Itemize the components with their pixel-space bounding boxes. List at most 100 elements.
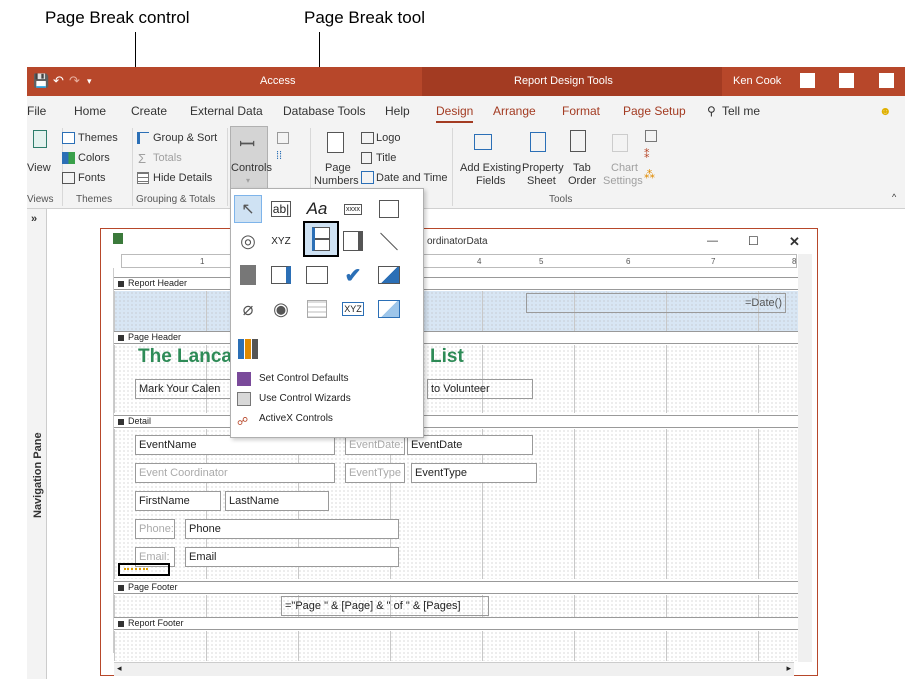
insert-control-icon[interactable]: ⁞⁞	[276, 150, 282, 162]
page-numbers-button-line1[interactable]: Page	[325, 162, 351, 174]
report-minimize-button[interactable]: —	[707, 235, 718, 247]
chart-settings-button[interactable]: Chart	[611, 162, 638, 174]
scroll-left-arrow[interactable]: ◂	[117, 663, 122, 674]
tab-help[interactable]: Help	[385, 104, 410, 118]
fonts-button[interactable]: Fonts	[78, 172, 106, 184]
view-button[interactable]: View	[27, 162, 51, 174]
report-header-date-field[interactable]: =Date()	[526, 293, 786, 313]
section-report-footer[interactable]: Report Footer	[114, 617, 798, 630]
save-icon[interactable]: 💾	[33, 73, 49, 89]
subform-tool[interactable]	[303, 295, 331, 323]
event-type-label[interactable]: EventType	[345, 463, 405, 483]
hyperlink-tool[interactable]: ◎	[234, 227, 262, 255]
first-name-field[interactable]: FirstName	[135, 491, 221, 511]
attachment-tool[interactable]: ⌀	[234, 295, 262, 323]
last-name-field[interactable]: LastName	[225, 491, 329, 511]
date-time-button[interactable]: Date and Time	[376, 172, 448, 184]
vertical-scrollbar[interactable]	[798, 254, 812, 662]
text-box-tool[interactable]: ab|	[267, 195, 295, 223]
page-footer-expression[interactable]: ="Page " & [Page] & " of " & [Pages]	[281, 596, 489, 616]
unbound-object-frame-tool[interactable]	[375, 261, 403, 289]
set-control-defaults-item[interactable]: Set Control Defaults	[231, 369, 423, 389]
add-existing-fields-button[interactable]: Add Existing	[460, 162, 521, 174]
page-break-control[interactable]	[118, 563, 170, 576]
phone-label[interactable]: Phone:	[135, 519, 175, 539]
check-box-tool[interactable]: ✔	[339, 261, 367, 289]
group-sort-button[interactable]: Group & Sort	[153, 132, 217, 144]
email-field[interactable]: Email	[185, 547, 399, 567]
horizontal-scrollbar[interactable]: ◂ ▸	[114, 662, 794, 676]
view-icon[interactable]	[33, 130, 47, 148]
smiley-feedback-icon[interactable]: ☻	[879, 104, 892, 118]
phone-field[interactable]: Phone	[185, 519, 399, 539]
colors-button[interactable]: Colors	[78, 152, 110, 164]
maximize-button[interactable]	[879, 73, 894, 88]
tab-home[interactable]: Home	[74, 104, 106, 118]
button-tool[interactable]: xxxx	[339, 195, 367, 223]
event-name-field[interactable]: EventName	[135, 435, 335, 455]
bound-object-frame-tool[interactable]: XYZ	[339, 295, 367, 323]
logo-button[interactable]: Logo	[376, 132, 400, 144]
event-coordinator-field[interactable]: Event Coordinator	[135, 463, 335, 483]
page-break-tool[interactable]	[303, 221, 339, 257]
tab-design[interactable]: Design	[436, 104, 474, 123]
tab-control-tool[interactable]	[375, 195, 403, 223]
tab-file[interactable]: File	[27, 104, 46, 118]
toggle-button-tool[interactable]	[234, 261, 262, 289]
redo-icon[interactable]: ↷	[69, 73, 80, 89]
customize-qat-icon[interactable]: ▾	[87, 76, 92, 87]
event-date-label[interactable]: EventDate:	[345, 435, 405, 455]
event-type-field[interactable]: EventType	[411, 463, 537, 483]
tab-arrange[interactable]: Arrange	[493, 104, 536, 118]
navigation-pane[interactable]: » Navigation Pane	[27, 209, 47, 679]
tab-database-tools[interactable]: Database Tools	[283, 104, 366, 118]
image-tool[interactable]	[375, 295, 403, 323]
scroll-right-arrow[interactable]: ▸	[786, 663, 791, 674]
page-title-left[interactable]: The Lanca	[135, 345, 235, 369]
undo-icon[interactable]: ↶	[53, 73, 64, 89]
tab-order-button[interactable]: Tab	[573, 162, 591, 174]
section-detail[interactable]: Detail	[114, 415, 798, 428]
report-close-button[interactable]: ✕	[789, 234, 800, 250]
web-browser-tool[interactable]: XYZ	[267, 227, 295, 255]
rectangle-tool[interactable]	[303, 261, 331, 289]
combo-box-tool[interactable]	[339, 227, 367, 255]
event-date-field[interactable]: EventDate	[407, 435, 533, 455]
property-sheet-button[interactable]: Property	[522, 162, 564, 174]
report-restore-button[interactable]: ☐	[748, 234, 759, 248]
page-subtitle-right[interactable]: to Volunteer	[427, 379, 533, 399]
select-pointer[interactable]: ↖	[234, 195, 262, 223]
collapse-ribbon-icon[interactable]: ^	[892, 192, 896, 202]
use-control-wizards-item[interactable]: Use Control Wizards	[231, 389, 423, 409]
list-box-tool[interactable]	[267, 261, 295, 289]
tab-external-data[interactable]: External Data	[190, 104, 263, 118]
page-numbers-button-line2[interactable]: Numbers	[314, 175, 359, 187]
tab-format[interactable]: Format	[562, 104, 600, 118]
page-title-right[interactable]: List	[427, 345, 527, 369]
convert-macros-icon[interactable]: ⁑	[644, 148, 650, 161]
view-code-icon[interactable]	[645, 130, 657, 142]
chart-tool[interactable]	[234, 335, 262, 363]
label-tool[interactable]: Aa	[303, 195, 331, 223]
minimize-button[interactable]	[839, 73, 854, 88]
line-tool[interactable]	[375, 227, 403, 255]
themes-button[interactable]: Themes	[78, 132, 118, 144]
section-page-footer[interactable]: Page Footer	[114, 581, 798, 594]
totals-button[interactable]: Totals	[153, 152, 182, 164]
user-name[interactable]: Ken Cook	[733, 75, 781, 87]
option-button-tool[interactable]: ◉	[267, 295, 295, 323]
nav-pane-toggle[interactable]: »	[31, 213, 37, 225]
title-button[interactable]: Title	[376, 152, 396, 164]
ribbon-display-button[interactable]	[800, 73, 815, 88]
subform-icon[interactable]: ⁂	[644, 168, 655, 181]
hide-details-button[interactable]: Hide Details	[153, 172, 212, 184]
section-page-header[interactable]: Page Header	[114, 331, 798, 344]
tab-create[interactable]: Create	[131, 104, 167, 118]
activex-controls-item[interactable]: ☍ ActiveX Controls	[231, 409, 423, 429]
page-subtitle-left[interactable]: Mark Your Calen	[135, 379, 235, 399]
tell-me-input[interactable]: Tell me	[722, 104, 760, 118]
tab-page-setup[interactable]: Page Setup	[623, 104, 686, 118]
section-report-header[interactable]: Report Header	[114, 277, 798, 290]
tell-me-search-icon[interactable]: ⚲	[707, 104, 716, 118]
insert-image-icon[interactable]	[277, 132, 289, 144]
